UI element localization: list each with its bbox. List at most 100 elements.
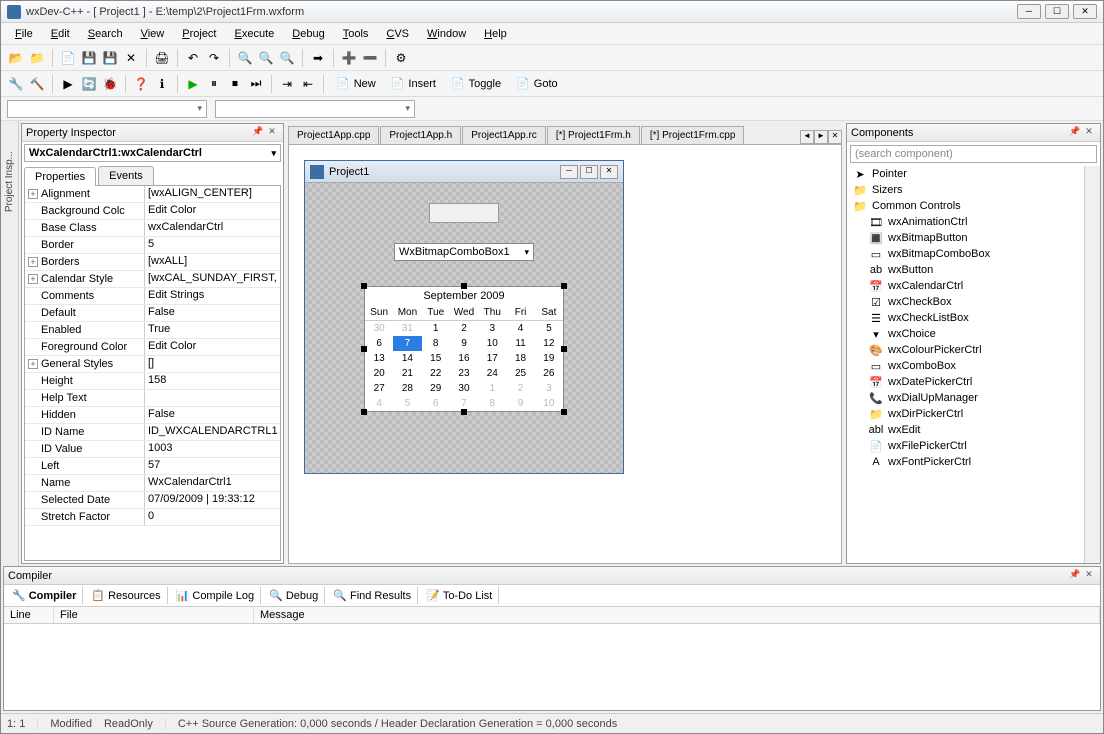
wx-bitmap-combobox-control[interactable]: WxBitmapComboBox1 — [394, 243, 534, 261]
close-button[interactable]: ✕ — [1073, 4, 1097, 19]
find-icon[interactable]: 🔍 — [236, 49, 254, 67]
calendar-day[interactable]: 28 — [393, 381, 421, 396]
tab-scroll-button[interactable]: ✕ — [828, 130, 842, 144]
calendar-day[interactable]: 6 — [365, 336, 393, 351]
print-icon[interactable]: 🖨 — [153, 49, 171, 67]
property-row[interactable]: Selected Date07/09/2009 | 19:33:12 — [25, 492, 280, 509]
left-dock-strip[interactable]: Project Insp... — [1, 121, 19, 566]
calendar-day[interactable]: 20 — [365, 366, 393, 381]
tab-scroll-button[interactable]: ► — [814, 130, 828, 144]
compiler-tab-compiler[interactable]: 🔧Compiler — [6, 587, 83, 604]
calendar-day[interactable]: 15 — [422, 351, 450, 366]
menu-edit[interactable]: Edit — [43, 26, 78, 42]
scrollbar[interactable] — [1084, 166, 1100, 563]
compiler-tab-find-results[interactable]: 🔍Find Results — [327, 587, 418, 604]
component-item[interactable]: ablwxEdit — [866, 422, 1081, 438]
inspector-tab-events[interactable]: Events — [98, 166, 154, 185]
editor-tab[interactable]: Project1App.rc — [462, 126, 546, 144]
component-item[interactable]: 🔳wxBitmapButton — [866, 230, 1081, 246]
menu-search[interactable]: Search — [80, 26, 131, 42]
goto-button[interactable]: 📄Goto — [510, 75, 564, 92]
add-file-icon[interactable]: ➕ — [340, 49, 358, 67]
open-icon[interactable]: 📁 — [28, 49, 46, 67]
calendar-day[interactable]: 7 — [393, 336, 421, 351]
component-item[interactable]: AwxFontPickerCtrl — [866, 454, 1081, 470]
component-item[interactable]: ☑wxCheckBox — [866, 294, 1081, 310]
editor-tab[interactable]: [*] Project1Frm.h — [547, 126, 640, 144]
wx-button-control[interactable] — [429, 203, 499, 223]
calendar-day[interactable]: 8 — [478, 396, 506, 411]
calendar-day[interactable]: 7 — [450, 396, 478, 411]
calendar-day[interactable]: 4 — [365, 396, 393, 411]
calendar-day[interactable]: 9 — [506, 396, 534, 411]
compiler-tab-debug[interactable]: 🔍Debug — [263, 587, 325, 604]
property-grid[interactable]: +Alignment[wxALIGN_CENTER]Background Col… — [24, 186, 281, 561]
calendar-day[interactable]: 10 — [535, 396, 563, 411]
rebuild-icon[interactable]: 🔄 — [80, 75, 98, 93]
calendar-day[interactable]: 22 — [422, 366, 450, 381]
component-item[interactable]: ▾wxChoice — [866, 326, 1081, 342]
stop-icon[interactable]: ⏹ — [226, 75, 244, 93]
calendar-day[interactable]: 19 — [535, 351, 563, 366]
component-item[interactable]: 📄wxFilePickerCtrl — [866, 438, 1081, 454]
menu-view[interactable]: View — [133, 26, 173, 42]
property-row[interactable]: Foreground ColorEdit Color — [25, 339, 280, 356]
calendar-day[interactable]: 27 — [365, 381, 393, 396]
property-row[interactable]: Help Text — [25, 390, 280, 407]
menu-debug[interactable]: Debug — [284, 26, 332, 42]
calendar-day[interactable]: 29 — [422, 381, 450, 396]
property-row[interactable]: CommentsEdit Strings — [25, 288, 280, 305]
calendar-day[interactable]: 21 — [393, 366, 421, 381]
project-inspector-tab[interactable]: Project Insp... — [4, 151, 15, 212]
pin-icon[interactable]: 📌 — [1068, 569, 1082, 583]
step-icon[interactable]: ⏭ — [247, 75, 265, 93]
insert-button[interactable]: 📄Insert — [385, 75, 442, 92]
calendar-day[interactable]: 17 — [478, 351, 506, 366]
property-row[interactable]: Left57 — [25, 458, 280, 475]
component-item[interactable]: 📅wxCalendarCtrl — [866, 278, 1081, 294]
calendar-day[interactable]: 25 — [506, 366, 534, 381]
compile-icon[interactable]: 🔧 — [7, 75, 25, 93]
component-item[interactable]: abwxButton — [866, 262, 1081, 278]
close-panel-icon[interactable]: ✕ — [1082, 569, 1096, 583]
compiler-tab-to-do-list[interactable]: 📝To-Do List — [420, 587, 499, 604]
indent-icon[interactable]: ⇥ — [278, 75, 296, 93]
menu-window[interactable]: Window — [419, 26, 474, 42]
property-row[interactable]: HiddenFalse — [25, 407, 280, 424]
menu-tools[interactable]: Tools — [335, 26, 377, 42]
save-icon[interactable]: 💾 — [80, 49, 98, 67]
options-icon[interactable]: ⚙ — [392, 49, 410, 67]
pause-icon[interactable]: ⏸ — [205, 75, 223, 93]
new-file-icon[interactable]: 📄 — [59, 49, 77, 67]
component-item[interactable]: ➤Pointer — [850, 166, 1081, 182]
calendar-day[interactable]: 8 — [422, 336, 450, 351]
calendar-day[interactable]: 13 — [365, 351, 393, 366]
component-item[interactable]: 📁Sizers — [850, 182, 1081, 198]
replace-icon[interactable]: 🔍 — [257, 49, 275, 67]
calendar-day[interactable]: 4 — [506, 321, 534, 336]
component-item[interactable]: 📞wxDialUpManager — [866, 390, 1081, 406]
calendar-day[interactable]: 3 — [478, 321, 506, 336]
property-row[interactable]: DefaultFalse — [25, 305, 280, 322]
compiler-tab-compile-log[interactable]: 📊Compile Log — [170, 587, 261, 604]
menu-file[interactable]: File — [7, 26, 41, 42]
compile-run-icon[interactable]: ▶ — [59, 75, 77, 93]
component-tree[interactable]: ➤Pointer📁Sizers📁Common Controls🎞wxAnimat… — [850, 166, 1081, 560]
component-search-input[interactable]: (search component) — [850, 145, 1097, 163]
calendar-day[interactable]: 11 — [506, 336, 534, 351]
calendar-day[interactable]: 26 — [535, 366, 563, 381]
about-icon[interactable]: ℹ — [153, 75, 171, 93]
calendar-day[interactable]: 6 — [422, 396, 450, 411]
calendar-day[interactable]: 12 — [535, 336, 563, 351]
editor-tab[interactable]: [*] Project1Frm.cpp — [641, 126, 745, 144]
property-row[interactable]: ID Value1003 — [25, 441, 280, 458]
property-row[interactable]: +General Styles[] — [25, 356, 280, 373]
component-item[interactable]: ☰wxCheckListBox — [866, 310, 1081, 326]
new-button[interactable]: 📄New — [330, 75, 382, 92]
calendar-day[interactable]: 30 — [450, 381, 478, 396]
form-designer[interactable]: Project1 ─ ☐ ✕ WxBitmapComboBox1 — [288, 145, 842, 564]
calendar-day[interactable]: 23 — [450, 366, 478, 381]
new-project-icon[interactable]: 📂 — [7, 49, 25, 67]
property-row[interactable]: Height158 — [25, 373, 280, 390]
calendar-day[interactable]: 14 — [393, 351, 421, 366]
